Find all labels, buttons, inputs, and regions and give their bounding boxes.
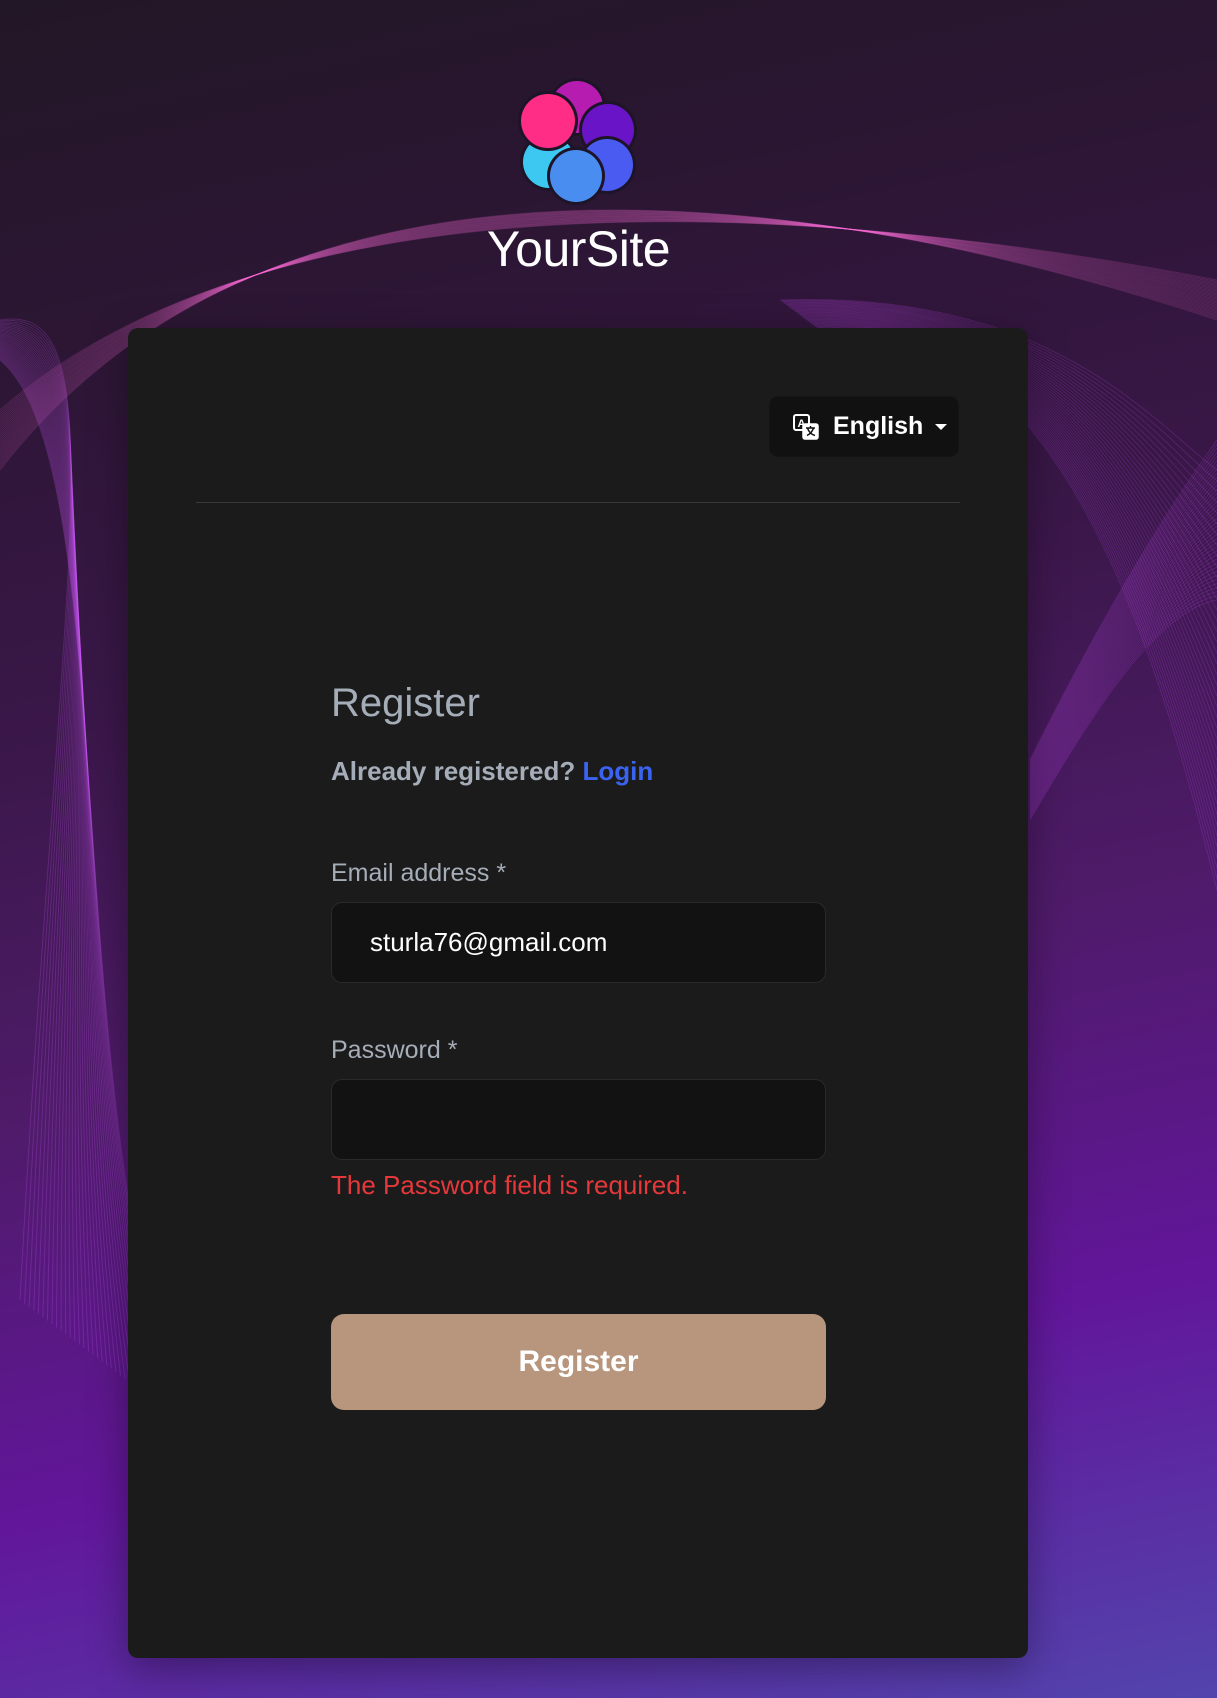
password-field-label: Password *	[331, 1036, 458, 1064]
register-button[interactable]: Register	[331, 1314, 826, 1410]
page-title: Register	[331, 681, 480, 725]
password-error-message: The Password field is required.	[331, 1170, 688, 1200]
password-field[interactable]	[331, 1079, 826, 1160]
header-divider	[196, 502, 960, 503]
logo-circle-pink	[520, 94, 575, 148]
language-selector-button[interactable]: A English	[769, 396, 959, 457]
email-field-label: Email address *	[331, 859, 507, 887]
email-field[interactable]	[331, 902, 826, 983]
brand-name: YourSite	[486, 221, 671, 277]
logo-circle-blue	[549, 150, 602, 202]
brand-header: YourSite	[0, 76, 1157, 274]
login-prompt-text: Already registered?	[331, 756, 576, 786]
login-prompt: Already registered? Login	[331, 756, 826, 787]
register-card: A English Register Already registered? L…	[128, 328, 1028, 1658]
register-form: Register Already registered? Login Email…	[331, 683, 826, 1410]
caret-down-icon	[935, 423, 948, 430]
flower-circles-logo	[517, 78, 637, 205]
language-selector-label: English	[833, 412, 924, 440]
translate-icon: A	[793, 413, 819, 440]
login-link[interactable]: Login	[582, 756, 653, 786]
